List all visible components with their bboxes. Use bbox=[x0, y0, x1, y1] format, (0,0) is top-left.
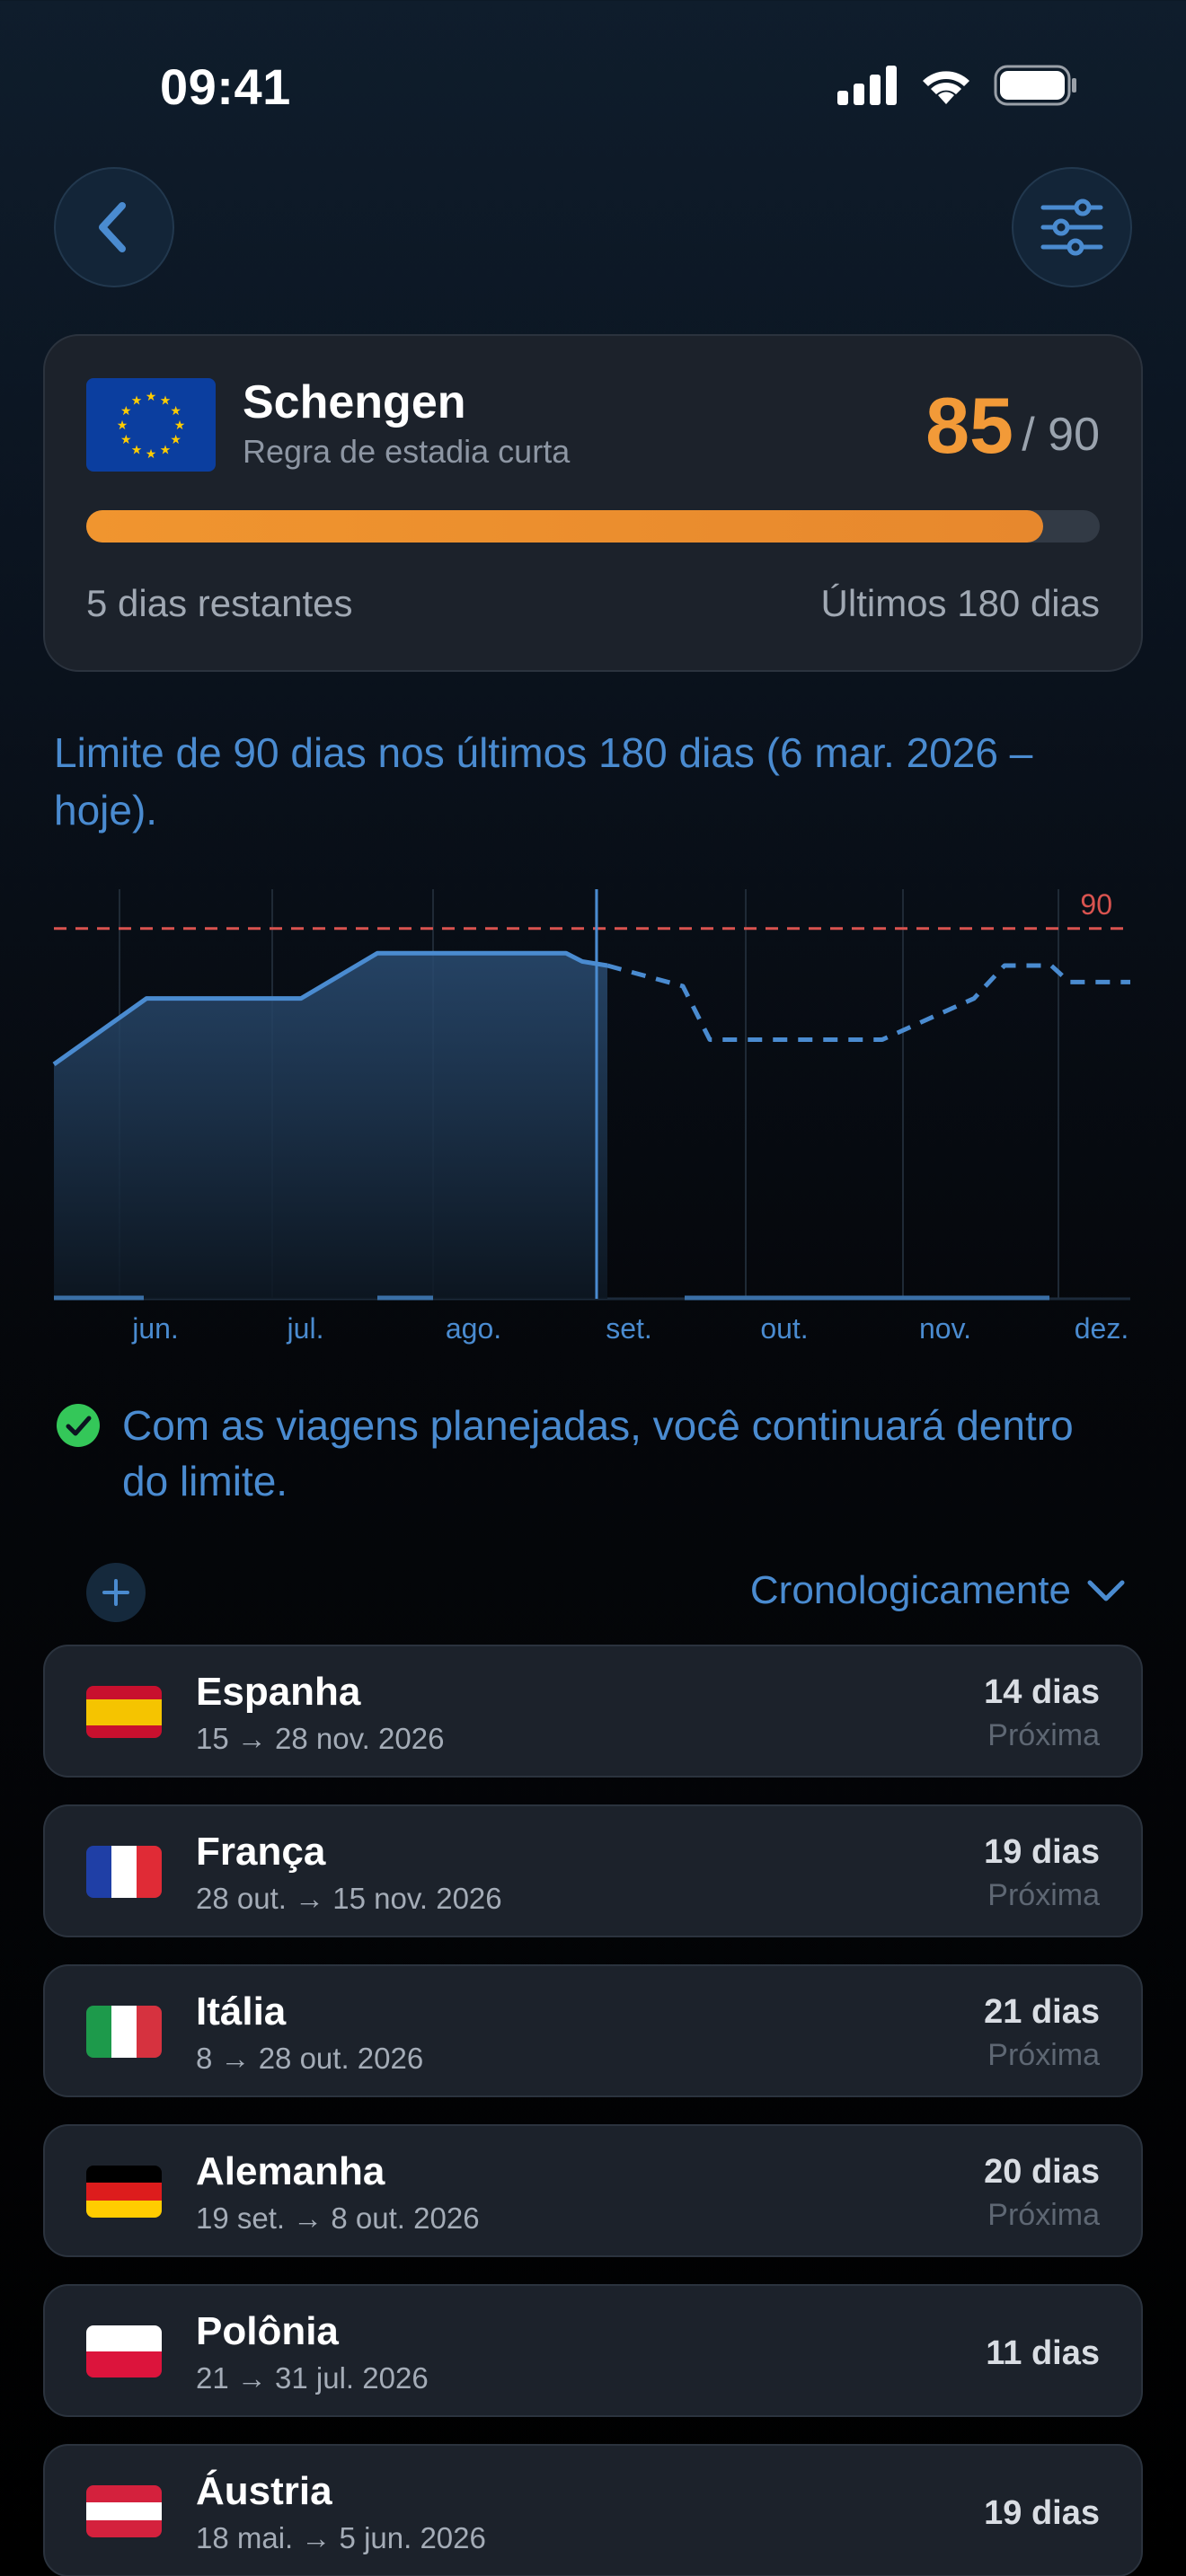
eu-star: ★ bbox=[131, 444, 143, 458]
chart-x-label: nov. bbox=[919, 1312, 971, 1345]
filter-button[interactable] bbox=[1012, 167, 1132, 287]
trip-status: Próxima bbox=[987, 1718, 1100, 1752]
trip-status: Próxima bbox=[987, 2198, 1100, 2232]
chart-limit-label: 90 bbox=[1080, 888, 1112, 921]
status-icons bbox=[837, 65, 1078, 106]
trip-country: França bbox=[196, 1830, 326, 1874]
austria-flag-icon bbox=[86, 2485, 162, 2537]
sort-button[interactable]: Cronologicamente bbox=[750, 1568, 1125, 1613]
trip-dates: 19 set. → 8 out. 2026 bbox=[196, 2201, 480, 2235]
trip-days: 14 dias bbox=[984, 1673, 1100, 1711]
eu-star: ★ bbox=[117, 419, 128, 433]
chevron-left-icon bbox=[99, 202, 126, 252]
trip-row[interactable]: Itália 8 → 28 out. 2026 21 dias Próxima bbox=[43, 1964, 1143, 2097]
chart-x-label: out. bbox=[760, 1312, 808, 1345]
progress-bar bbox=[86, 510, 1100, 543]
signal-icon bbox=[837, 66, 897, 105]
chart-x-label: set. bbox=[606, 1312, 652, 1345]
chart-x-label: jul. bbox=[287, 1312, 324, 1345]
trip-days: 21 dias bbox=[984, 1993, 1100, 2031]
trip-days: 11 dias bbox=[986, 2334, 1100, 2372]
trip-dates: 15 → 28 nov. 2026 bbox=[196, 1722, 445, 1755]
eu-star: ★ bbox=[170, 404, 181, 419]
back-button[interactable] bbox=[54, 167, 174, 287]
trip-status: Próxima bbox=[987, 2038, 1100, 2072]
status-message: Com as viagens planejadas, você continua… bbox=[122, 1402, 1074, 1504]
trip-country: Itália bbox=[196, 1989, 287, 2033]
france-flag-icon bbox=[86, 1846, 162, 1898]
trip-days: 19 dias bbox=[984, 1833, 1100, 1871]
status-time: 09:41 bbox=[160, 58, 291, 115]
eu-star: ★ bbox=[131, 393, 143, 408]
check-circle-icon bbox=[57, 1404, 100, 1447]
eu-star: ★ bbox=[146, 447, 157, 462]
eu-star: ★ bbox=[174, 419, 186, 433]
trip-row[interactable]: Polônia 21 → 31 jul. 2026 11 dias bbox=[43, 2284, 1143, 2417]
plus-icon bbox=[102, 1579, 129, 1606]
trip-row[interactable]: Alemanha 19 set. → 8 out. 2026 20 dias P… bbox=[43, 2124, 1143, 2257]
eu-star: ★ bbox=[160, 444, 172, 458]
wifi-icon bbox=[923, 71, 969, 104]
chart-x-label: jun. bbox=[131, 1312, 179, 1345]
add-trip-button[interactable] bbox=[86, 1563, 146, 1622]
eu-star: ★ bbox=[120, 404, 132, 419]
trip-row[interactable]: Espanha 15 → 28 nov. 2026 14 dias Próxim… bbox=[43, 1645, 1143, 1778]
trip-country: Áustria bbox=[196, 2469, 332, 2513]
trip-days: 20 dias bbox=[984, 2153, 1100, 2191]
chart-line-projected bbox=[606, 963, 1130, 1042]
chevron-down-icon bbox=[1087, 1580, 1125, 1601]
trip-country: Espanha bbox=[196, 1670, 361, 1714]
window-label: Últimos 180 dias bbox=[820, 582, 1100, 624]
progress-fill bbox=[86, 510, 1043, 543]
trip-dates: 28 out. → 15 nov. 2026 bbox=[196, 1882, 502, 1915]
sliders-icon bbox=[1040, 198, 1103, 256]
germany-flag-icon bbox=[86, 2166, 162, 2218]
eu-flag-icon: ★ ★ ★ ★ ★ ★ ★ ★ ★ ★ ★ ★ bbox=[86, 378, 216, 472]
region-rule: Regra de estadia curta bbox=[243, 433, 571, 470]
trip-country: Alemanha bbox=[196, 2149, 385, 2193]
sort-label: Cronologicamente bbox=[749, 1568, 1071, 1612]
trip-dates: 18 mai. → 5 jun. 2026 bbox=[196, 2521, 486, 2554]
eu-star: ★ bbox=[146, 390, 157, 404]
trip-row[interactable]: Áustria 18 mai. → 5 jun. 2026 19 dias bbox=[43, 2444, 1143, 2576]
trip-dates: 21 → 31 jul. 2026 bbox=[196, 2361, 429, 2395]
stay-chart: 90 jun. jul. ago. set. out. nov. dez. bbox=[52, 888, 1130, 1345]
trip-days: 19 dias bbox=[984, 2494, 1100, 2532]
days-limit: / 90 bbox=[1022, 409, 1100, 461]
chart-x-label: ago. bbox=[446, 1312, 501, 1345]
battery-icon bbox=[994, 65, 1076, 106]
italy-flag-icon bbox=[86, 2006, 162, 2058]
region-title: Schengen bbox=[243, 376, 466, 428]
days-remaining: 5 dias restantes bbox=[86, 582, 353, 624]
eu-star: ★ bbox=[120, 433, 132, 447]
spain-flag-icon bbox=[86, 1686, 162, 1738]
eu-star: ★ bbox=[170, 433, 181, 447]
trip-row[interactable]: França 28 out. → 15 nov. 2026 19 dias Pr… bbox=[43, 1804, 1143, 1937]
eu-star: ★ bbox=[160, 393, 172, 408]
trip-status: Próxima bbox=[987, 1878, 1100, 1912]
trip-country: Polônia bbox=[196, 2309, 339, 2353]
trip-dates: 8 → 28 out. 2026 bbox=[196, 2042, 424, 2075]
poland-flag-icon bbox=[86, 2325, 162, 2378]
chart-x-label: dez. bbox=[1075, 1312, 1128, 1345]
limit-explanation: Limite de 90 dias nos últimos 180 dias (… bbox=[54, 729, 1033, 834]
days-used: 85 bbox=[925, 381, 1013, 470]
